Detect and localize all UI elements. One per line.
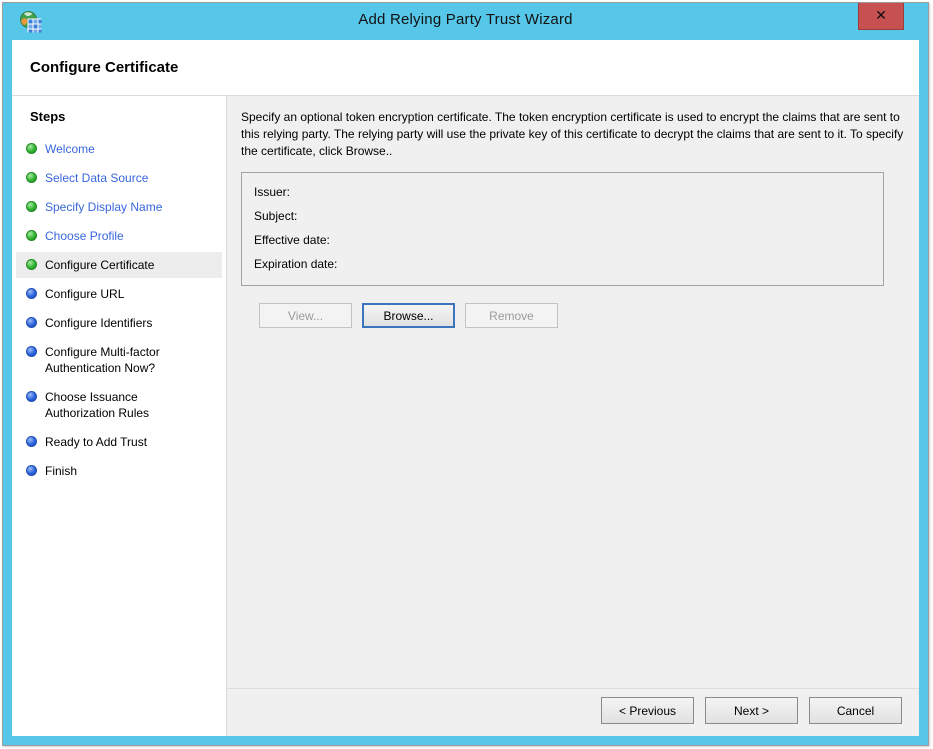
sidebar-item-choose-issuance-rules[interactable]: Choose Issuance Authorization Rules — [16, 384, 222, 426]
expiration-date-label: Expiration date: — [254, 257, 337, 271]
sidebar-item-ready-to-add-trust[interactable]: Ready to Add Trust — [16, 429, 222, 455]
step-description: Specify an optional token encryption cer… — [241, 109, 904, 160]
sidebar-item-finish[interactable]: Finish — [16, 458, 222, 484]
step-status-icon — [26, 143, 37, 154]
main-panel: Specify an optional token encryption cer… — [227, 96, 919, 736]
step-status-icon — [26, 230, 37, 241]
cancel-button[interactable]: Cancel — [809, 697, 902, 724]
sidebar-item-select-data-source[interactable]: Select Data Source — [16, 165, 222, 191]
certificate-issuer-row: Issuer: — [254, 180, 871, 204]
sidebar-item-configure-identifiers[interactable]: Configure Identifiers — [16, 310, 222, 336]
window-title: Add Relying Party Trust Wizard — [3, 11, 928, 28]
certificate-subject-row: Subject: — [254, 204, 871, 228]
step-label: Ready to Add Trust — [45, 434, 147, 450]
step-label: Specify Display Name — [45, 199, 162, 215]
sidebar-item-configure-url[interactable]: Configure URL — [16, 281, 222, 307]
view-button[interactable]: View... — [259, 303, 352, 328]
wizard-footer: < Previous Next > Cancel — [227, 688, 919, 736]
step-label: Configure Multi-factor Authentication No… — [45, 344, 195, 376]
sidebar-item-specify-display-name[interactable]: Specify Display Name — [16, 194, 222, 220]
step-label: Configure Certificate — [45, 257, 154, 273]
page-title: Configure Certificate — [30, 59, 919, 76]
certificate-details-box: Issuer: Subject: Effective date: — [241, 172, 884, 286]
step-label: Choose Profile — [45, 228, 124, 244]
step-label: Welcome — [45, 141, 95, 157]
sidebar-item-configure-certificate[interactable]: Configure Certificate — [16, 252, 222, 278]
step-label: Configure Identifiers — [45, 315, 152, 331]
certificate-expiration-date-row: Expiration date: — [254, 252, 871, 276]
wizard-window: Add Relying Party Trust Wizard ✕ Configu… — [2, 2, 929, 746]
step-status-icon — [26, 317, 37, 328]
step-status-icon — [26, 172, 37, 183]
main-content: Specify an optional token encryption cer… — [227, 96, 919, 688]
screen: Add Relying Party Trust Wizard ✕ Configu… — [0, 0, 933, 749]
step-label: Configure URL — [45, 286, 124, 302]
content-row: Steps Welcome Select Data Source Specify… — [12, 95, 919, 736]
certificate-actions: View... Browse... Remove — [241, 303, 904, 328]
title-bar: Add Relying Party Trust Wizard ✕ — [3, 3, 928, 40]
remove-button[interactable]: Remove — [465, 303, 558, 328]
subject-label: Subject: — [254, 209, 297, 223]
step-label: Select Data Source — [45, 170, 148, 186]
steps-list: Welcome Select Data Source Specify Displ… — [12, 136, 226, 484]
sidebar-item-configure-mfa[interactable]: Configure Multi-factor Authentication No… — [16, 339, 222, 381]
effective-date-label: Effective date: — [254, 233, 330, 247]
sidebar-item-welcome[interactable]: Welcome — [16, 136, 222, 162]
sidebar-item-choose-profile[interactable]: Choose Profile — [16, 223, 222, 249]
steps-heading: Steps — [30, 109, 226, 124]
step-status-icon — [26, 465, 37, 476]
step-label: Choose Issuance Authorization Rules — [45, 389, 195, 421]
page-header: Configure Certificate — [12, 40, 919, 95]
previous-button[interactable]: < Previous — [601, 697, 694, 724]
close-button[interactable]: ✕ — [858, 3, 904, 30]
step-status-icon — [26, 201, 37, 212]
step-status-icon — [26, 391, 37, 402]
step-status-icon — [26, 346, 37, 357]
steps-sidebar: Steps Welcome Select Data Source Specify… — [12, 96, 227, 736]
issuer-label: Issuer: — [254, 185, 290, 199]
window-body: Configure Certificate Steps Welcome Sele… — [12, 40, 919, 736]
next-button[interactable]: Next > — [705, 697, 798, 724]
browse-button[interactable]: Browse... — [362, 303, 455, 328]
step-status-icon — [26, 259, 37, 270]
step-label: Finish — [45, 463, 77, 479]
certificate-effective-date-row: Effective date: — [254, 228, 871, 252]
step-status-icon — [26, 288, 37, 299]
step-status-icon — [26, 436, 37, 447]
